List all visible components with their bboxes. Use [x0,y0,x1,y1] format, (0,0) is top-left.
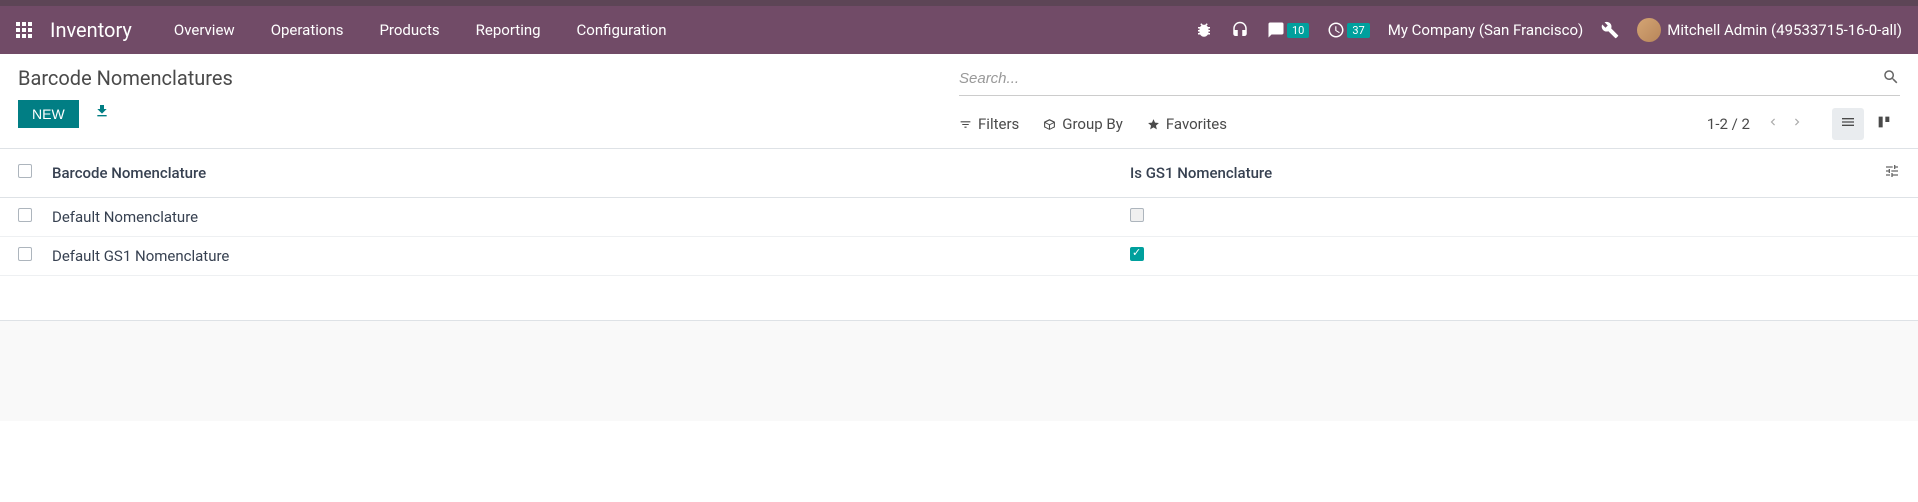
pager-text[interactable]: 1-2 / 2 [1707,115,1750,133]
column-gs1-header[interactable]: Is GS1 Nomenclature [1130,164,1870,182]
table-row[interactable]: Default GS1 Nomenclature [0,237,1918,276]
filters-label: Filters [978,115,1019,133]
debug-icon[interactable] [1195,21,1213,39]
groupby-button[interactable]: Group By [1043,115,1123,133]
groupby-label: Group By [1062,115,1123,133]
column-options-icon[interactable] [1884,167,1900,183]
tools-icon[interactable] [1601,21,1619,39]
menu-overview[interactable]: Overview [160,13,249,47]
menu-reporting[interactable]: Reporting [462,13,555,47]
messages-icon[interactable]: 10 [1267,21,1309,39]
menu-products[interactable]: Products [365,13,453,47]
user-menu[interactable]: Mitchell Admin (49533715-16-0-all) [1637,18,1902,42]
pager-prev-icon[interactable] [1762,111,1784,137]
new-button[interactable]: NEW [18,100,79,128]
app-name[interactable]: Inventory [50,18,132,42]
table-row[interactable]: Default Nomenclature [0,198,1918,237]
row-name: Default GS1 Nomenclature [52,247,1130,265]
list-view: Barcode Nomenclature Is GS1 Nomenclature… [0,149,1918,321]
nav-menu: Overview Operations Products Reporting C… [160,13,681,47]
search-icon[interactable] [1882,68,1900,90]
avatar [1637,18,1661,42]
control-panel: Barcode Nomenclatures NEW Filters Group … [0,54,1918,149]
import-icon[interactable] [94,107,110,123]
filters-button[interactable]: Filters [959,115,1019,133]
navbar: Inventory Overview Operations Products R… [0,6,1918,54]
gs1-checkbox [1130,208,1144,222]
breadcrumb: Barcode Nomenclatures [18,66,959,90]
activities-icon[interactable]: 37 [1327,21,1369,39]
list-header: Barcode Nomenclature Is GS1 Nomenclature [0,149,1918,198]
list-view-icon[interactable] [1832,108,1864,140]
gs1-checkbox [1130,247,1144,261]
row-checkbox[interactable] [18,247,32,261]
activities-badge: 37 [1347,23,1369,38]
row-name: Default Nomenclature [52,208,1130,226]
menu-operations[interactable]: Operations [257,13,358,47]
apps-icon[interactable] [16,22,32,38]
search-input[interactable] [959,66,1882,91]
company-selector[interactable]: My Company (San Francisco) [1388,21,1583,39]
favorites-label: Favorites [1166,115,1227,133]
row-checkbox[interactable] [18,208,32,222]
messages-badge: 10 [1287,23,1309,38]
column-name-header[interactable]: Barcode Nomenclature [52,164,1130,182]
favorites-button[interactable]: Favorites [1147,115,1227,133]
user-label: Mitchell Admin (49533715-16-0-all) [1667,21,1902,39]
support-icon[interactable] [1231,21,1249,39]
menu-configuration[interactable]: Configuration [563,13,681,47]
select-all-checkbox[interactable] [18,164,32,178]
pager-next-icon[interactable] [1786,111,1808,137]
kanban-view-icon[interactable] [1868,108,1900,140]
